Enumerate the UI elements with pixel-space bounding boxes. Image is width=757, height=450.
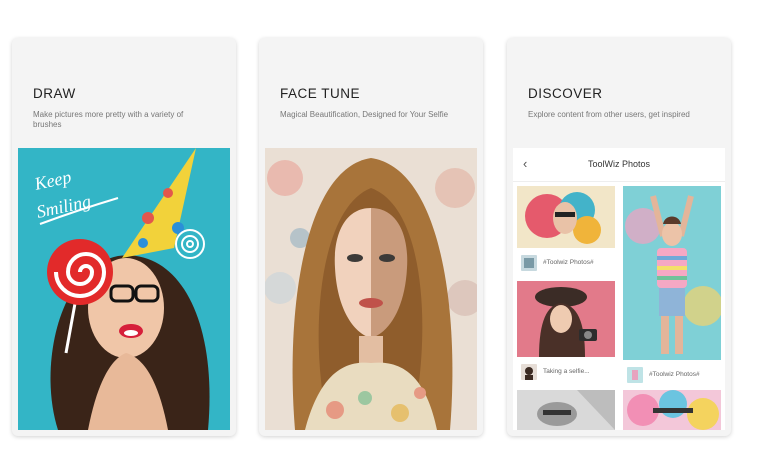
feature-card-discover[interactable]: DISCOVER Explore content from other user… [507, 38, 731, 436]
app-header: ‹ ToolWiz Photos [513, 148, 725, 182]
feature-card-draw[interactable]: DRAW Make pictures more pretty with a va… [12, 38, 236, 436]
feed-post-caption[interactable]: Taking a selfie... [517, 359, 615, 385]
feed-post-image[interactable] [517, 186, 615, 248]
card-title: DRAW [33, 86, 76, 101]
discover-app-screen: ‹ ToolWiz Photos #Toolwiz Photos# Taking… [513, 148, 725, 430]
feature-card-face-tune[interactable]: FACE TUNE Magical Beautification, Design… [259, 38, 483, 436]
post-thumbnail [521, 255, 537, 271]
feed-post-caption[interactable]: #Toolwiz Photos# [517, 250, 615, 276]
face-tune-preview-image [265, 148, 477, 430]
card-title: FACE TUNE [280, 86, 361, 101]
feed-post-image[interactable] [517, 390, 615, 430]
feed-post-caption[interactable]: #Toolwiz Photos# [623, 362, 721, 388]
app-title: ToolWiz Photos [587, 159, 651, 169]
card-subtitle: Magical Beautification, Designed for You… [280, 110, 449, 119]
post-tag: #Toolwiz Photos# [649, 371, 700, 378]
feed-post-image[interactable] [623, 390, 721, 430]
post-tag: #Toolwiz Photos# [543, 259, 594, 266]
draw-preview-image: Keep Smiling [18, 148, 230, 430]
post-thumbnail [521, 364, 537, 380]
card-subtitle: Explore content from other users, get in… [528, 110, 690, 119]
feed-post-image[interactable] [517, 281, 615, 357]
post-tag: Taking a selfie... [543, 368, 590, 375]
card-title: DISCOVER [528, 86, 603, 101]
feed-post-image[interactable] [623, 186, 721, 360]
card-subtitle: Make pictures more pretty with a variety… [33, 110, 184, 129]
post-thumbnail [627, 367, 643, 383]
